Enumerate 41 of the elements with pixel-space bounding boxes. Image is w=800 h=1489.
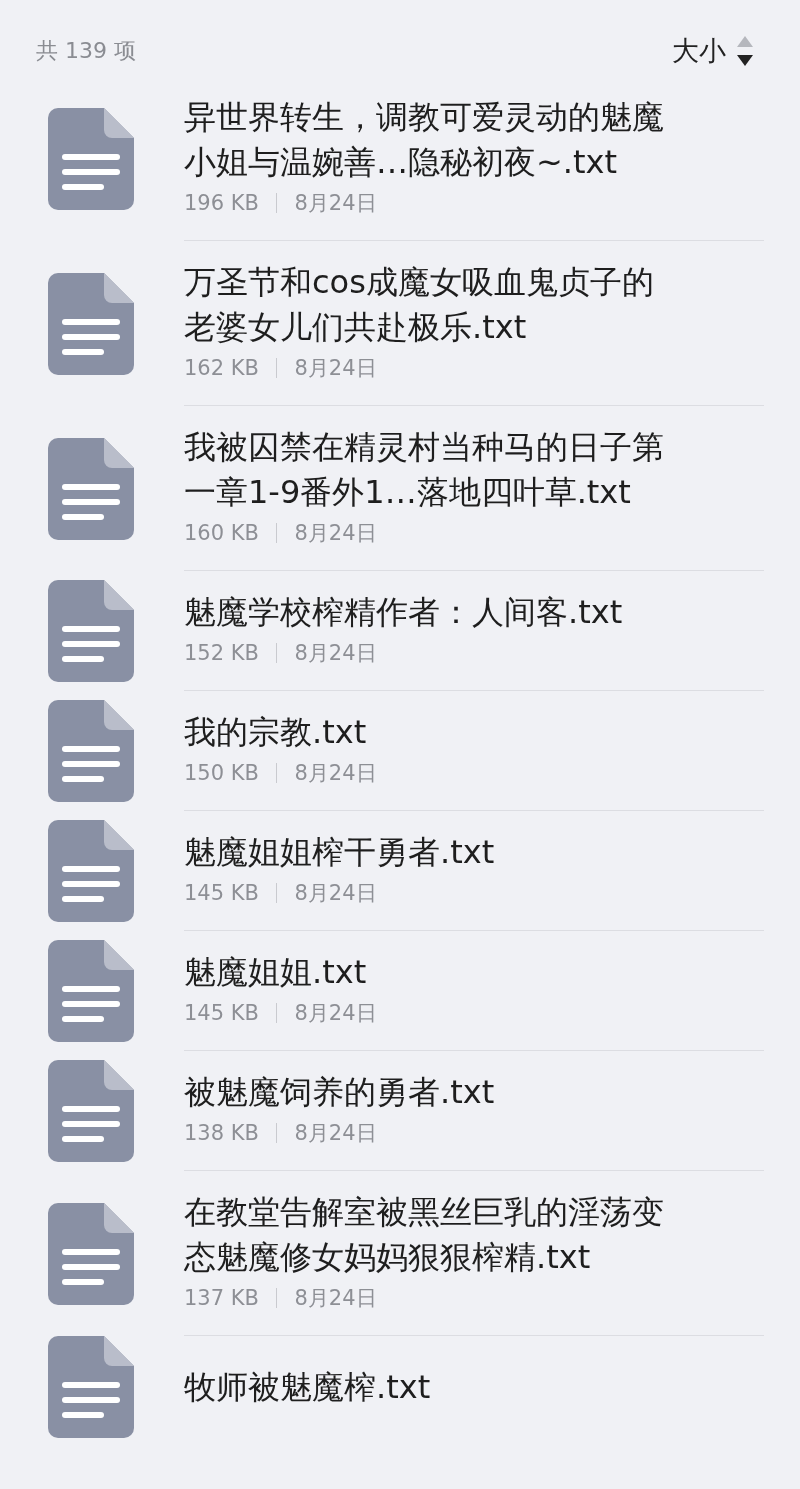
file-size: 196 KB <box>184 191 259 215</box>
file-date: 8月24日 <box>294 355 377 382</box>
file-name[interactable]: 万圣节和cos成魔女吸血鬼贞子的老婆女儿们共赴极乐.txt <box>184 260 684 350</box>
file-name[interactable]: 魅魔姐姐榨干勇者.txt <box>184 830 684 875</box>
document-icon <box>48 940 134 1042</box>
file-name[interactable]: 异世界转生，调教可爱灵动的魅魔小姐与温婉善…隐秘初夜~.txt <box>184 95 684 185</box>
file-date: 8月24日 <box>294 760 377 787</box>
document-icon <box>48 437 134 540</box>
document-icon <box>48 700 134 802</box>
document-icon <box>48 272 134 375</box>
file-date: 8月24日 <box>294 1120 377 1147</box>
item-count: 共 139 项 <box>36 37 136 65</box>
file-size: 152 KB <box>184 641 259 665</box>
file-size: 162 KB <box>184 356 259 380</box>
file-date: 8月24日 <box>294 640 377 667</box>
sort-label[interactable]: 大小 <box>672 33 726 69</box>
document-icon <box>48 107 134 210</box>
file-size: 160 KB <box>184 521 259 545</box>
file-size: 145 KB <box>184 1001 259 1025</box>
document-icon <box>48 1202 134 1305</box>
document-icon <box>48 1336 134 1438</box>
file-name[interactable]: 被魅魔饲养的勇者.txt <box>184 1070 684 1115</box>
file-name[interactable]: 我被囚禁在精灵村当种马的日子第一章1-9番外1…落地四叶草.txt <box>184 425 684 515</box>
file-date: 8月24日 <box>294 880 377 907</box>
file-size: 138 KB <box>184 1121 259 1145</box>
file-size: 145 KB <box>184 881 259 905</box>
file-date: 8月24日 <box>294 190 377 217</box>
document-icon <box>48 820 134 922</box>
file-name[interactable]: 我的宗教.txt <box>184 710 684 755</box>
sort-icon[interactable] <box>736 35 754 67</box>
document-icon <box>48 1060 134 1162</box>
file-name[interactable]: 魅魔姐姐.txt <box>184 950 684 995</box>
file-size: 150 KB <box>184 761 259 785</box>
file-date: 8月24日 <box>294 520 377 547</box>
file-name[interactable]: 牧师被魅魔榨.txt <box>184 1364 684 1410</box>
file-name[interactable]: 魅魔学校榨精作者：人间客.txt <box>184 590 684 635</box>
file-date: 8月24日 <box>294 1000 377 1027</box>
file-date: 8月24日 <box>294 1285 377 1312</box>
file-name[interactable]: 在教堂告解室被黑丝巨乳的淫荡变态魅魔修女妈妈狠狠榨精.txt <box>184 1190 684 1280</box>
document-icon <box>48 580 134 682</box>
file-size: 137 KB <box>184 1286 259 1310</box>
